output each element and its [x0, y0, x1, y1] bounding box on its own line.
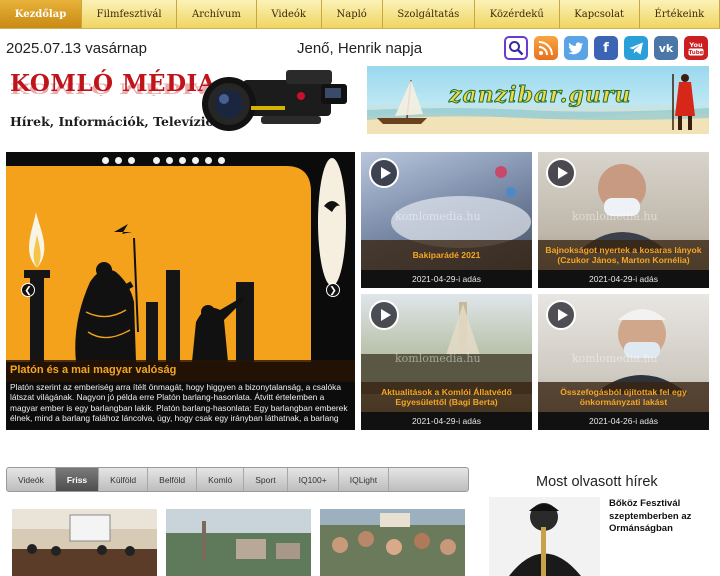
tab-sport[interactable]: Sport: [244, 468, 288, 491]
date-row: 2025.07.13 vasárnap Jenő, Henrik napja f…: [0, 36, 720, 62]
hero-image: [6, 152, 355, 362]
video-date: 2021-04-29-i adás: [538, 270, 709, 288]
video-date: 2021-04-26-i adás: [538, 412, 709, 430]
zanzibar-banner[interactable]: zanzibar.guru: [367, 66, 709, 134]
tab-kulfold[interactable]: Külföld: [99, 468, 149, 491]
watermark: komlomedia.hu: [572, 210, 658, 223]
nav-item-videok[interactable]: Videók: [256, 0, 322, 28]
slider-dot[interactable]: [218, 157, 225, 164]
slider-prev-arrow-icon[interactable]: ❮: [21, 283, 35, 297]
slider-dot[interactable]: [179, 157, 186, 164]
tab-videok[interactable]: Videók: [7, 468, 56, 491]
site-logo[interactable]: KOMLÓ MÉDIA KOMLÓ MÉDIA Hírek, Informáci…: [6, 66, 347, 136]
most-read-picture: [489, 497, 600, 576]
logo-tagline: Hírek, Információk, Televízió: [10, 114, 214, 129]
play-icon[interactable]: [546, 300, 576, 330]
camera-icon: [202, 70, 347, 131]
nav-item-kapcsolat[interactable]: Kapcsolat: [559, 0, 640, 28]
watermark: komlomedia.hu: [395, 210, 481, 223]
twitter-icon[interactable]: [564, 36, 588, 60]
slider-next-arrow-icon[interactable]: ❯: [326, 283, 340, 297]
tab-belfold[interactable]: Belföld: [148, 468, 198, 491]
news-thumbnail[interactable]: [166, 509, 311, 576]
search-icon[interactable]: [504, 36, 528, 60]
video-caption: Bakiparádé 2021: [361, 240, 532, 270]
youtube-icon[interactable]: You Tube: [684, 36, 708, 60]
hero-body: Platón szerint az emberiség arra ítélt ö…: [10, 382, 348, 423]
slider-dots: [102, 157, 225, 164]
tab-komlo[interactable]: Komló: [197, 468, 245, 491]
hero-caption-bar: Platón és a mai magyar valóság: [6, 360, 355, 382]
video-title[interactable]: Összefogásból újítottak fel egy önkormán…: [538, 387, 709, 407]
hero-title[interactable]: Platón és a mai magyar valóság: [10, 364, 176, 376]
nav-item-naplo[interactable]: Napló: [321, 0, 383, 28]
nameday: Jenő, Henrik napja: [297, 40, 423, 57]
vk-icon[interactable]: vk: [654, 36, 678, 60]
slider-dot[interactable]: [128, 157, 135, 164]
nav-item-szolgaltatas[interactable]: Szolgáltatás: [382, 0, 476, 28]
most-read-image[interactable]: [489, 497, 600, 576]
video-title[interactable]: Aktualitások a Komlói Állatvédő Egyesüle…: [361, 387, 532, 407]
nav-item-kezdolap[interactable]: Kezdőlap: [0, 0, 82, 28]
news-image: [12, 509, 157, 576]
slider-dot[interactable]: [205, 157, 212, 164]
social-icons: f vk You Tube: [504, 36, 708, 60]
video-tile[interactable]: komlomedia.hu Összefogásból újítottak fe…: [538, 294, 709, 430]
category-tabs: Videók Friss Külföld Belföld Komló Sport…: [6, 467, 469, 492]
tab-iq100[interactable]: IQ100+: [288, 468, 339, 491]
nav-item-ertekeink[interactable]: Értékeink: [639, 0, 720, 28]
watermark: komlomedia.hu: [572, 352, 658, 365]
hero-slider[interactable]: ❮ ❯ Platón és a mai magyar valóság Plató…: [6, 152, 355, 430]
current-date: 2025.07.13 vasárnap: [6, 40, 147, 57]
news-image: [320, 509, 465, 576]
video-tile[interactable]: komlomedia.hu Bakiparádé 2021 2021-04-29…: [361, 152, 532, 288]
news-thumbnail[interactable]: [12, 509, 157, 576]
nav-item-filmfesztival[interactable]: Filmfesztivál: [81, 0, 178, 28]
slider-dot[interactable]: [166, 157, 173, 164]
video-tile[interactable]: komlomedia.hu Aktualitások a Komlói Álla…: [361, 294, 532, 430]
play-icon[interactable]: [369, 300, 399, 330]
video-caption: Aktualitások a Komlói Állatvédő Egyesüle…: [361, 382, 532, 412]
news-thumbnail[interactable]: [320, 509, 465, 576]
banner-text: zanzibar.guru: [448, 82, 632, 109]
news-image: [166, 509, 311, 576]
svg-text:Tube: Tube: [689, 50, 704, 56]
video-date: 2021-04-29-i adás: [361, 270, 532, 288]
logo-title-reflection: KOMLÓ MÉDIA: [10, 79, 211, 96]
most-read-item[interactable]: Bőköz Fesztivál szeptemberben az Ormánsá…: [609, 498, 713, 536]
watermark: komlomedia.hu: [395, 352, 481, 365]
play-icon[interactable]: [546, 158, 576, 188]
rss-icon[interactable]: [534, 36, 558, 60]
top-navigation: Kezdőlap Filmfesztivál Archívum Videók N…: [0, 0, 720, 29]
telegram-icon[interactable]: [624, 36, 648, 60]
video-title[interactable]: Bajnokságot nyertek a kosaras lányok (Cz…: [538, 245, 709, 265]
play-icon[interactable]: [369, 158, 399, 188]
video-caption: Bajnokságot nyertek a kosaras lányok (Cz…: [538, 240, 709, 270]
tab-friss[interactable]: Friss: [55, 468, 100, 491]
slider-dot[interactable]: [153, 157, 160, 164]
video-caption: Összefogásból újítottak fel egy önkormán…: [538, 382, 709, 412]
slider-dot[interactable]: [115, 157, 122, 164]
video-date: 2021-04-29-i adás: [361, 412, 532, 430]
video-title[interactable]: Bakiparádé 2021: [409, 250, 485, 260]
facebook-icon[interactable]: f: [594, 36, 618, 60]
nav-item-kozerdeku[interactable]: Közérdekű: [475, 0, 560, 28]
most-read-heading: Most olvasott hírek: [536, 474, 658, 490]
tab-iqlight[interactable]: IQLight: [339, 468, 390, 491]
video-tile[interactable]: komlomedia.hu Bajnokságot nyertek a kosa…: [538, 152, 709, 288]
slider-dot[interactable]: [102, 157, 109, 164]
nav-item-archivum[interactable]: Archívum: [177, 0, 257, 28]
slider-dot[interactable]: [192, 157, 199, 164]
svg-text:You: You: [688, 41, 703, 49]
